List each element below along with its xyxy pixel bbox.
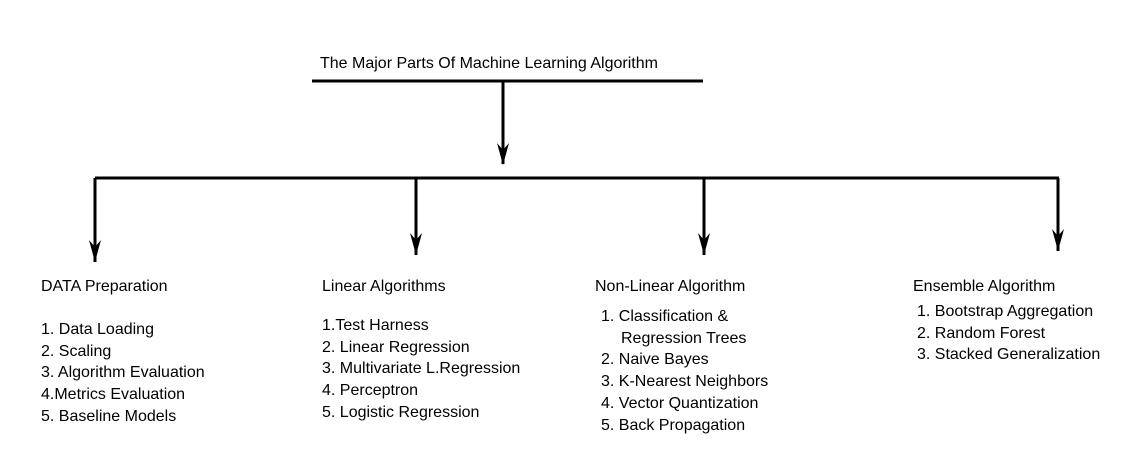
list-item-continuation: Regression Trees [621, 329, 747, 347]
branch-item-list: 1. Data Loading 2. Scaling 3. Algorithm … [41, 319, 205, 428]
branch-title: Ensemble Algorithm [913, 278, 1056, 295]
list-item: 5. Back Propagation [601, 416, 746, 434]
list-item: 4.Metrics Evaluation [41, 386, 186, 404]
list-item: 4. Perceptron [322, 382, 419, 400]
list-item: 5. Baseline Models [41, 407, 177, 425]
branch-title: Non-Linear Algorithm [595, 278, 746, 295]
list-item: 3. Algorithm Evaluation [41, 364, 205, 382]
list-item: 1.Test Harness [322, 317, 429, 334]
branch-item-list: 1.Test Harness 2. Linear Regression 3. M… [322, 315, 520, 424]
list-item: 2. Scaling [41, 342, 112, 360]
list-item: 3. K-Nearest Neighbors [601, 373, 769, 391]
list-item: 2. Random Forest [917, 324, 1046, 342]
branch-item-list: 1. Bootstrap Aggregation 2. Random Fores… [913, 301, 1100, 366]
list-item: 4. Vector Quantization [601, 394, 759, 412]
branch-data-preparation: DATA Preparation 1. Data Loading 2. Scal… [41, 277, 205, 428]
list-item: 1. Data Loading [41, 321, 154, 338]
list-item: 2. Naive Bayes [601, 351, 709, 369]
branch-item-list: 1. Classification & Regression Trees 2. … [595, 306, 768, 436]
branch-linear-algorithms: Linear Algorithms 1.Test Harness 2. Line… [322, 277, 520, 424]
branch-title: DATA Preparation [41, 278, 168, 295]
root-title: The Major Parts Of Machine Learning Algo… [320, 55, 658, 72]
list-item: 3. Stacked Generalization [917, 346, 1101, 364]
list-item: 5. Logistic Regression [322, 403, 480, 421]
branch-title: Linear Algorithms [322, 278, 446, 295]
list-item: 1. Bootstrap Aggregation [917, 303, 1094, 320]
branch-non-linear-algorithm: Non-Linear Algorithm 1. Classification &… [595, 277, 768, 436]
branch-ensemble-algorithm: Ensemble Algorithm 1. Bootstrap Aggregat… [913, 277, 1100, 366]
list-item: 1. Classification & [601, 308, 729, 325]
list-item: 3. Multivariate L.Regression [322, 360, 521, 378]
list-item: 2. Linear Regression [322, 338, 470, 356]
